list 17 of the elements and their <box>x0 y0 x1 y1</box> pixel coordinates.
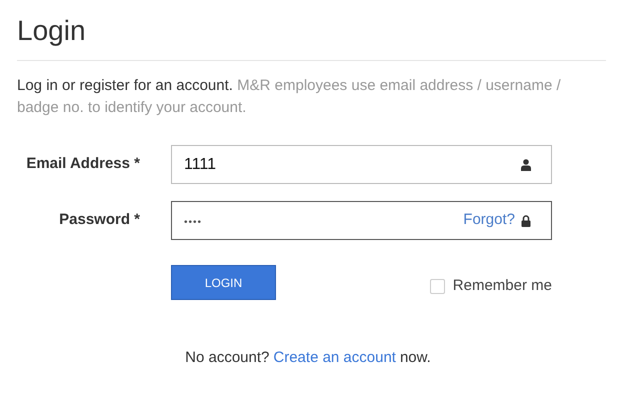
create-account-link[interactable]: Create an account <box>273 347 396 370</box>
footer-text: now. <box>400 348 431 368</box>
email-field[interactable]: 1111 <box>171 145 552 184</box>
field-label: Password * <box>58 210 141 230</box>
forgot-link[interactable]: Forgot? <box>463 209 515 232</box>
remember-checkbox[interactable] <box>430 279 445 294</box>
login-button[interactable]: LOGIN <box>171 265 276 300</box>
field-value: 1111 <box>184 156 216 172</box>
intro-text: Log in or register for an account. M&R employees use email address / username / badge no. to identify your account. <box>17 76 562 118</box>
page-title: Login <box>17 14 87 48</box>
lock-icon <box>521 214 531 226</box>
user-icon <box>521 158 531 170</box>
footer-text: No account? <box>185 348 270 368</box>
password-field[interactable]: •••• Forgot? <box>171 201 552 240</box>
field-label: Email Address * <box>25 154 141 174</box>
remember-label: Remember me <box>452 276 552 296</box>
field-value: •••• <box>184 216 202 228</box>
